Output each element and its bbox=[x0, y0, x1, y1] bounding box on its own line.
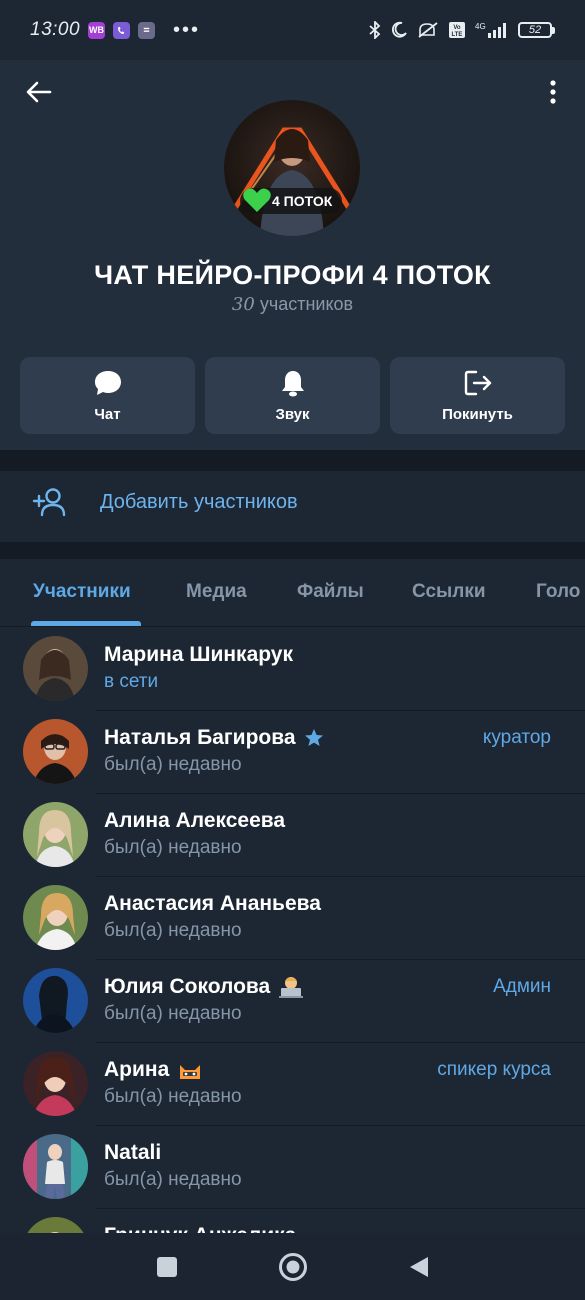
more-vertical-icon bbox=[550, 80, 556, 104]
avatar-badge: 4 ПОТОК bbox=[240, 188, 343, 214]
member-status: в сети bbox=[104, 671, 159, 692]
tab-files[interactable]: Файлы bbox=[297, 581, 364, 603]
add-members-button[interactable]: Добавить участников bbox=[0, 471, 585, 533]
avatar bbox=[23, 968, 88, 1033]
avatar bbox=[23, 719, 88, 784]
group-title: ЧАТ НЕЙРО-ПРОФИ 4 ПОТОК bbox=[94, 260, 491, 290]
svg-text:Vo: Vo bbox=[453, 25, 461, 31]
member-status: был(а) недавно bbox=[104, 1086, 242, 1107]
member-row[interactable]: Наталья Багирова был(а) недавно куратор bbox=[0, 711, 585, 794]
more-options-button[interactable] bbox=[541, 75, 565, 109]
section-divider bbox=[0, 542, 585, 559]
member-name: Алина Алексеева bbox=[104, 809, 286, 832]
moon-icon bbox=[391, 21, 407, 38]
tab-links[interactable]: Ссылки bbox=[412, 581, 486, 603]
active-tab-indicator bbox=[31, 621, 141, 626]
status-bar: 13:00 WB ••• Vo LTE 4G 52 bbox=[0, 0, 585, 60]
tab-media[interactable]: Медиа bbox=[186, 581, 247, 603]
back-button-icon[interactable] bbox=[408, 1255, 430, 1279]
member-role: спикер курса bbox=[437, 1059, 551, 1080]
svg-text:4G: 4G bbox=[475, 22, 486, 31]
signal-icon: 4G bbox=[475, 22, 506, 38]
wildberries-icon: WB bbox=[88, 21, 106, 39]
member-name: Наталья Багирова bbox=[104, 726, 324, 750]
member-name: Арина bbox=[104, 1058, 203, 1082]
member-name: Юлия Соколова bbox=[104, 975, 304, 999]
avatar bbox=[23, 1134, 88, 1199]
section-divider bbox=[0, 450, 585, 471]
avatar bbox=[23, 802, 88, 867]
system-navigation-bar bbox=[0, 1233, 585, 1300]
tab-voice[interactable]: Голо bbox=[536, 581, 580, 603]
member-row[interactable]: Марина Шинкарук в сети bbox=[0, 628, 585, 711]
group-avatar-image bbox=[231, 127, 353, 236]
avatar bbox=[23, 885, 88, 950]
member-role: куратор bbox=[482, 727, 551, 748]
member-name: Анастасия Ананьева bbox=[104, 892, 321, 915]
members-list: Марина Шинкарук в сети Наталья Багирова … bbox=[0, 628, 585, 1292]
member-row[interactable]: Алина Алексеева был(а) недавно bbox=[0, 794, 585, 877]
svg-text:LTE: LTE bbox=[452, 32, 463, 38]
more-notifications-icon: ••• bbox=[173, 18, 201, 41]
member-row[interactable]: Natali был(а) недавно bbox=[0, 1126, 585, 1209]
member-row[interactable]: Арина был(а) недавно спикер курса bbox=[0, 1043, 585, 1126]
member-name: Natali bbox=[104, 1141, 162, 1164]
avatar bbox=[23, 1051, 88, 1116]
media-tabs: Участники Медиа Файлы Ссылки Голо bbox=[0, 559, 585, 627]
member-status: был(а) недавно bbox=[104, 754, 242, 775]
pixel-heart-icon bbox=[243, 188, 271, 212]
silent-icon bbox=[418, 22, 438, 38]
bluetooth-icon bbox=[369, 21, 381, 39]
chat-info-header: 4 ПОТОК ЧАТ НЕЙРО-ПРОФИ 4 ПОТОК 30 участ… bbox=[0, 60, 585, 450]
member-role: Админ bbox=[493, 976, 551, 997]
volte-icon: VoLTE bbox=[449, 22, 465, 38]
battery-icon: 52 bbox=[518, 22, 555, 38]
chat-bubble-icon bbox=[94, 370, 121, 395]
leave-icon bbox=[464, 370, 491, 395]
group-avatar[interactable]: 4 ПОТОК bbox=[224, 100, 360, 236]
add-members-label: Добавить участников bbox=[100, 490, 298, 513]
add-user-icon bbox=[32, 488, 66, 517]
member-status: был(а) недавно bbox=[104, 1169, 242, 1190]
laptop-emoji-icon bbox=[279, 977, 304, 998]
viber-icon bbox=[113, 21, 131, 39]
leave-button[interactable]: Покинуть bbox=[390, 357, 565, 434]
member-status: был(а) недавно bbox=[104, 1003, 242, 1024]
member-status: был(а) недавно bbox=[104, 837, 242, 858]
member-status: был(а) недавно bbox=[104, 920, 242, 941]
recents-button-icon[interactable] bbox=[156, 1256, 178, 1278]
status-time: 13:00 bbox=[30, 19, 81, 40]
app-notification-icon bbox=[138, 21, 156, 39]
action-buttons: Чат Звук Покинуть bbox=[20, 357, 565, 434]
home-button-icon[interactable] bbox=[278, 1252, 308, 1282]
member-count: 30 участников bbox=[231, 294, 354, 315]
avatar bbox=[23, 636, 88, 701]
cat-emoji-icon bbox=[180, 1065, 201, 1079]
back-button[interactable] bbox=[22, 75, 56, 109]
sound-button[interactable]: Звук bbox=[205, 357, 380, 434]
bell-icon bbox=[281, 370, 304, 396]
tab-members[interactable]: Участники bbox=[33, 581, 131, 603]
back-arrow-icon bbox=[26, 81, 52, 103]
member-row[interactable]: Анастасия Ананьева был(а) недавно bbox=[0, 877, 585, 960]
member-name: Марина Шинкарук bbox=[104, 643, 293, 666]
star-icon bbox=[304, 729, 323, 746]
member-row[interactable]: Юлия Соколова был(а) недавно Админ bbox=[0, 960, 585, 1043]
chat-button[interactable]: Чат bbox=[20, 357, 195, 434]
